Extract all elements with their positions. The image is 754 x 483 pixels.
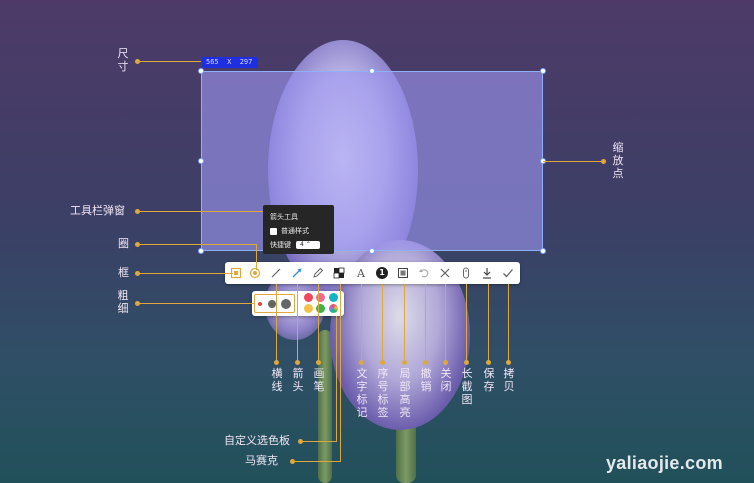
undo-icon[interactable] [416,265,432,281]
label-copy: 拷贝 [503,367,515,393]
label-hline: 横线 [271,367,283,393]
label-long-shot: 长截图 [461,367,473,406]
label-size: 尺寸 [117,47,129,73]
number-badge-icon[interactable]: 1 [374,265,390,281]
custom-color-picker[interactable] [329,304,338,313]
resize-handle-left[interactable] [198,158,204,164]
resize-handle-top-right[interactable] [540,68,546,74]
thickness-large-option[interactable] [281,299,291,309]
label-local-highlight: 局部高亮 [399,367,411,419]
checkbox[interactable] [270,227,277,235]
thickness-medium-option[interactable] [268,300,276,308]
color-swatch-red[interactable] [304,293,313,302]
label-mosaic: 马赛克 [245,454,278,467]
label-zoom-point: 缩放点 [612,141,624,180]
highlight-icon[interactable] [395,265,411,281]
normal-style-label: 普通样式 [281,227,309,235]
resize-handle-top-left[interactable] [198,68,204,74]
color-swatch-yellow[interactable] [304,304,313,313]
screenshot-toolbar: A 1 [225,262,520,284]
thickness-color-palette [252,291,344,316]
popup-title: 箭头工具 [270,213,298,221]
label-number-tag: 序号标签 [377,367,389,419]
size-readout: 565 X 297 [202,57,258,68]
label-circle: 圈 [118,237,129,250]
circle-icon[interactable] [247,265,263,281]
normal-style-option[interactable]: 普通样式 [270,226,309,236]
mouse-icon[interactable] [458,265,474,281]
shortcut-input[interactable]: 4 ⌃ [296,241,320,249]
label-toolbar-popup: 工具栏弹窗 [70,204,125,217]
label-thickness: 粗细 [117,289,129,315]
label-undo: 撤销 [420,367,432,393]
label-text-mark: 文字标记 [356,367,368,419]
resize-handle-bottom[interactable] [369,248,375,254]
line-icon[interactable] [268,265,284,281]
label-save: 保存 [483,367,495,393]
label-pen: 画笔 [313,367,325,393]
pencil-icon[interactable] [310,265,326,281]
resize-handle-top[interactable] [369,68,375,74]
shortcut-label: 快捷键 [270,241,291,249]
watermark: yaliaojie.com [606,453,723,473]
thickness-small-option[interactable] [258,302,262,306]
resize-handle-bottom-left[interactable] [198,248,204,254]
mosaic-icon[interactable] [331,265,347,281]
arrow-icon[interactable] [289,265,305,281]
resize-handle-bottom-right[interactable] [540,248,546,254]
label-arrow: 箭头 [292,367,304,393]
selection-region[interactable] [201,71,543,251]
label-custom-palette: 自定义选色板 [224,434,290,447]
check-icon[interactable] [500,265,516,281]
shortcut-row: 快捷键 4 ⌃ [270,240,320,250]
close-icon[interactable] [437,265,453,281]
color-swatch-cyan[interactable] [329,293,338,302]
arrow-tool-popup: 箭头工具 普通样式 快捷键 4 ⌃ [263,205,334,254]
label-close: 关闭 [440,367,452,393]
download-icon[interactable] [479,265,495,281]
text-icon[interactable]: A [353,265,369,281]
number-glyph: 1 [376,267,388,279]
label-frame: 框 [118,266,129,279]
